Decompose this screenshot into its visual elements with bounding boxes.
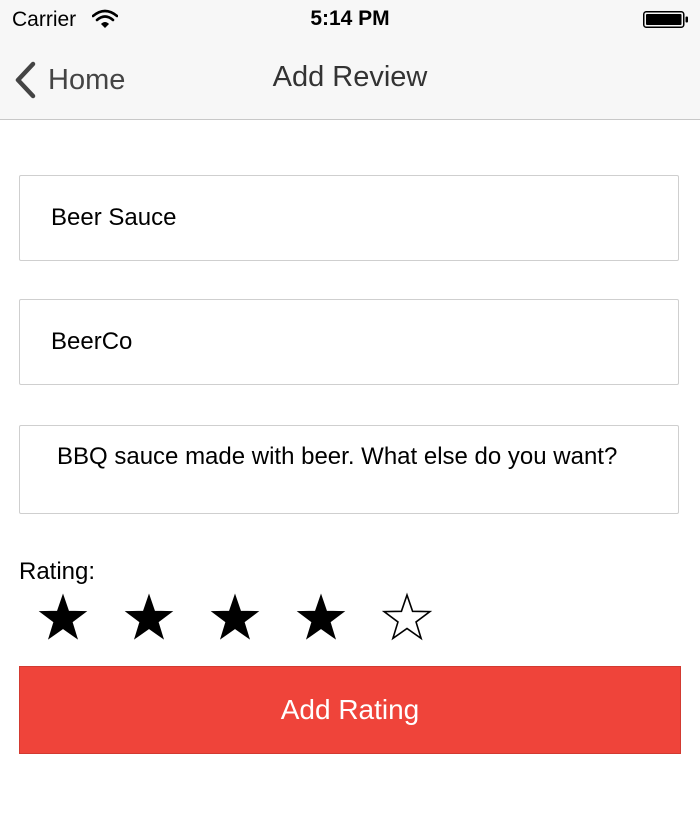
brand-input[interactable] <box>20 300 678 384</box>
review-field[interactable]: BBQ sauce made with beer. What else do y… <box>19 425 679 514</box>
add-rating-button[interactable]: Add Rating <box>19 666 681 754</box>
status-bar: Carrier 5:14 PM <box>0 0 700 40</box>
product-name-input[interactable] <box>20 176 678 260</box>
star-filled-icon[interactable] <box>209 592 261 646</box>
star-filled-icon[interactable] <box>123 592 175 646</box>
page-title: Add Review <box>272 61 428 93</box>
navigation-bar: Home Add Review <box>0 40 700 120</box>
review-textarea[interactable]: BBQ sauce made with beer. What else do y… <box>20 426 678 513</box>
battery-icon <box>643 11 688 28</box>
star-filled-icon[interactable] <box>37 592 89 646</box>
rating-label: Rating: <box>19 558 96 585</box>
brand-field[interactable] <box>19 299 679 385</box>
star-empty-icon[interactable] <box>381 592 433 646</box>
product-name-field[interactable] <box>19 175 679 261</box>
star-filled-icon[interactable] <box>295 592 347 646</box>
status-time: 5:14 PM <box>310 7 390 30</box>
